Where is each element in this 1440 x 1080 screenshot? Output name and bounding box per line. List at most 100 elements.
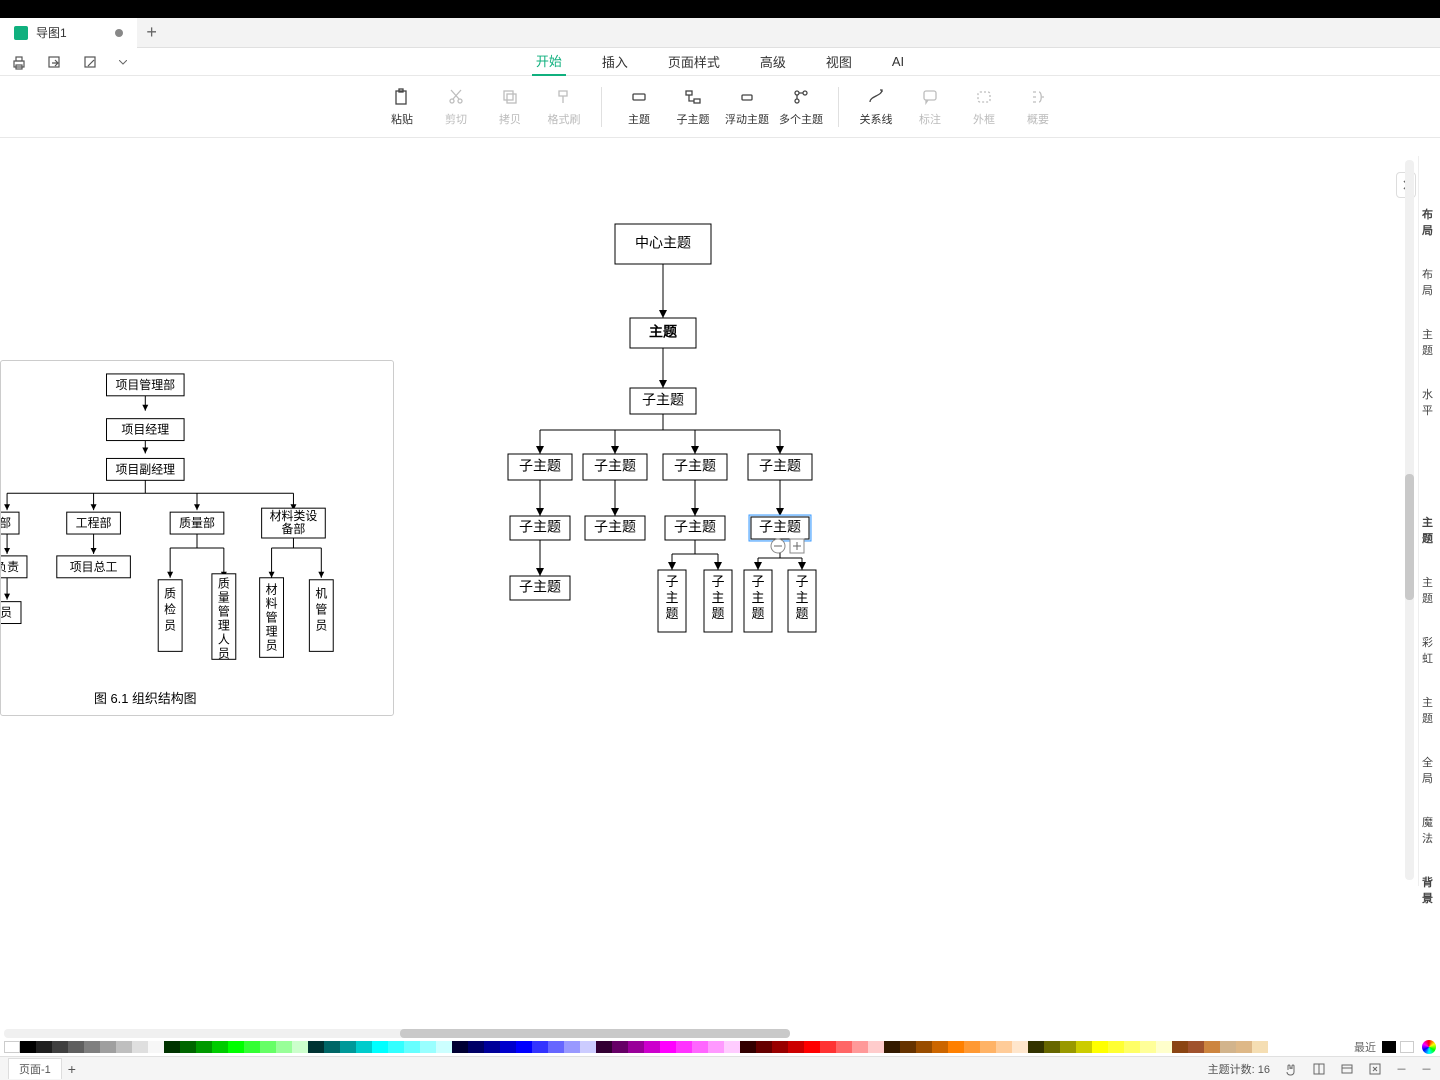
color-swatch[interactable] bbox=[564, 1041, 580, 1053]
color-swatch[interactable] bbox=[228, 1041, 244, 1053]
color-swatch[interactable] bbox=[1060, 1041, 1076, 1053]
color-swatch[interactable] bbox=[628, 1041, 644, 1053]
format-painter-button[interactable]: 格式刷 bbox=[537, 87, 591, 127]
color-swatch[interactable] bbox=[132, 1041, 148, 1053]
color-swatch[interactable] bbox=[260, 1041, 276, 1053]
side-theme3[interactable]: 主题 bbox=[1422, 694, 1437, 726]
color-picker-icon[interactable] bbox=[1422, 1040, 1436, 1054]
color-swatch[interactable] bbox=[660, 1041, 676, 1053]
color-swatch[interactable] bbox=[1172, 1041, 1188, 1053]
color-swatch[interactable] bbox=[756, 1041, 772, 1053]
color-swatch[interactable] bbox=[836, 1041, 852, 1053]
color-swatch[interactable] bbox=[676, 1041, 692, 1053]
color-swatch[interactable] bbox=[388, 1041, 404, 1053]
side-magic[interactable]: 魔法 bbox=[1422, 814, 1437, 846]
vertical-scrollbar-thumb[interactable] bbox=[1405, 474, 1414, 600]
color-swatch[interactable] bbox=[644, 1041, 660, 1053]
mindmap-canvas[interactable]: 中心主题 主题 子主题 子主题 子主题 子主题 子主题 bbox=[420, 218, 920, 778]
color-swatch[interactable] bbox=[612, 1041, 628, 1053]
floating-topic-button[interactable]: 浮动主题 bbox=[720, 87, 774, 127]
color-swatch[interactable] bbox=[1028, 1041, 1044, 1053]
color-swatch[interactable] bbox=[820, 1041, 836, 1053]
color-swatch[interactable] bbox=[1012, 1041, 1028, 1053]
menu-view[interactable]: 视图 bbox=[822, 48, 856, 75]
zoom-out-button[interactable]: － bbox=[1396, 1061, 1407, 1077]
menu-start[interactable]: 开始 bbox=[532, 47, 566, 76]
side-global[interactable]: 全局 bbox=[1422, 754, 1437, 786]
color-swatch[interactable] bbox=[100, 1041, 116, 1053]
color-swatch[interactable] bbox=[1140, 1041, 1156, 1053]
color-swatch[interactable] bbox=[404, 1041, 420, 1053]
color-swatch[interactable] bbox=[916, 1041, 932, 1053]
menu-advanced[interactable]: 高级 bbox=[756, 48, 790, 75]
cut-button[interactable]: 剪切 bbox=[429, 87, 483, 127]
side-rainbow[interactable]: 彩虹 bbox=[1422, 634, 1437, 666]
color-swatch[interactable] bbox=[948, 1041, 964, 1053]
menu-page-style[interactable]: 页面样式 bbox=[664, 48, 724, 75]
color-swatch[interactable] bbox=[1188, 1041, 1204, 1053]
color-swatch[interactable] bbox=[1236, 1041, 1252, 1053]
color-swatch[interactable] bbox=[868, 1041, 884, 1053]
color-swatch[interactable] bbox=[1204, 1041, 1220, 1053]
color-swatch[interactable] bbox=[372, 1041, 388, 1053]
color-swatch[interactable] bbox=[1108, 1041, 1124, 1053]
color-swatch[interactable] bbox=[532, 1041, 548, 1053]
color-swatch[interactable] bbox=[852, 1041, 868, 1053]
color-swatch[interactable] bbox=[1252, 1041, 1268, 1053]
color-swatch[interactable] bbox=[436, 1041, 452, 1053]
color-swatch[interactable] bbox=[500, 1041, 516, 1053]
boundary-button[interactable]: 外框 bbox=[957, 87, 1011, 127]
side-layout[interactable]: 布局 bbox=[1422, 266, 1437, 298]
recent-color-1[interactable] bbox=[1382, 1041, 1396, 1053]
color-swatch[interactable] bbox=[692, 1041, 708, 1053]
color-swatch[interactable] bbox=[1044, 1041, 1060, 1053]
side-theme[interactable]: 主题 bbox=[1422, 326, 1437, 358]
subtopic-button[interactable]: 子主题 bbox=[666, 87, 720, 127]
color-swatch[interactable] bbox=[468, 1041, 484, 1053]
copy-button[interactable]: 拷贝 bbox=[483, 87, 537, 127]
embedded-image-panel[interactable]: 项目管理部 项目经理 项目副经理 部 工程部 质量部 材料类设备部 bbox=[0, 360, 394, 716]
color-swatch[interactable] bbox=[420, 1041, 436, 1053]
color-swatch[interactable] bbox=[308, 1041, 324, 1053]
recent-color-2[interactable] bbox=[1400, 1041, 1414, 1053]
single-page-icon[interactable] bbox=[1312, 1062, 1326, 1076]
color-swatch[interactable] bbox=[356, 1041, 372, 1053]
hand-mode-icon[interactable] bbox=[1284, 1062, 1298, 1076]
color-swatch[interactable] bbox=[244, 1041, 260, 1053]
color-swatch[interactable] bbox=[1156, 1041, 1172, 1053]
color-swatch[interactable] bbox=[180, 1041, 196, 1053]
color-swatch[interactable] bbox=[276, 1041, 292, 1053]
color-swatch[interactable] bbox=[1076, 1041, 1092, 1053]
color-swatch[interactable] bbox=[116, 1041, 132, 1053]
color-swatch[interactable] bbox=[212, 1041, 228, 1053]
color-swatch[interactable] bbox=[1092, 1041, 1108, 1053]
color-swatch[interactable] bbox=[68, 1041, 84, 1053]
color-swatch[interactable] bbox=[900, 1041, 916, 1053]
color-swatch[interactable] bbox=[164, 1041, 180, 1053]
color-swatch[interactable] bbox=[740, 1041, 756, 1053]
color-swatch[interactable] bbox=[548, 1041, 564, 1053]
color-swatch[interactable] bbox=[84, 1041, 100, 1053]
multi-topic-button[interactable]: 多个主题 bbox=[774, 87, 828, 127]
color-swatch[interactable] bbox=[4, 1041, 20, 1053]
color-swatch[interactable] bbox=[788, 1041, 804, 1053]
color-swatch[interactable] bbox=[980, 1041, 996, 1053]
color-swatch[interactable] bbox=[804, 1041, 820, 1053]
page-tab[interactable]: 页面-1 bbox=[8, 1058, 62, 1079]
paste-button[interactable]: 粘贴 bbox=[375, 87, 429, 127]
document-tab[interactable]: 导图1 bbox=[0, 18, 137, 48]
color-swatch[interactable] bbox=[52, 1041, 68, 1053]
menu-insert[interactable]: 插入 bbox=[598, 48, 632, 75]
color-swatch[interactable] bbox=[324, 1041, 340, 1053]
color-swatch[interactable] bbox=[20, 1041, 36, 1053]
color-swatch[interactable] bbox=[932, 1041, 948, 1053]
color-swatch[interactable] bbox=[708, 1041, 724, 1053]
color-swatch[interactable] bbox=[196, 1041, 212, 1053]
tab-modified-indicator[interactable] bbox=[115, 29, 123, 37]
reading-mode-icon[interactable] bbox=[1340, 1062, 1354, 1076]
color-swatch[interactable] bbox=[1124, 1041, 1140, 1053]
color-swatch[interactable] bbox=[596, 1041, 612, 1053]
color-swatch[interactable] bbox=[964, 1041, 980, 1053]
side-horizontal[interactable]: 水平 bbox=[1422, 386, 1437, 418]
color-swatch[interactable] bbox=[1220, 1041, 1236, 1053]
